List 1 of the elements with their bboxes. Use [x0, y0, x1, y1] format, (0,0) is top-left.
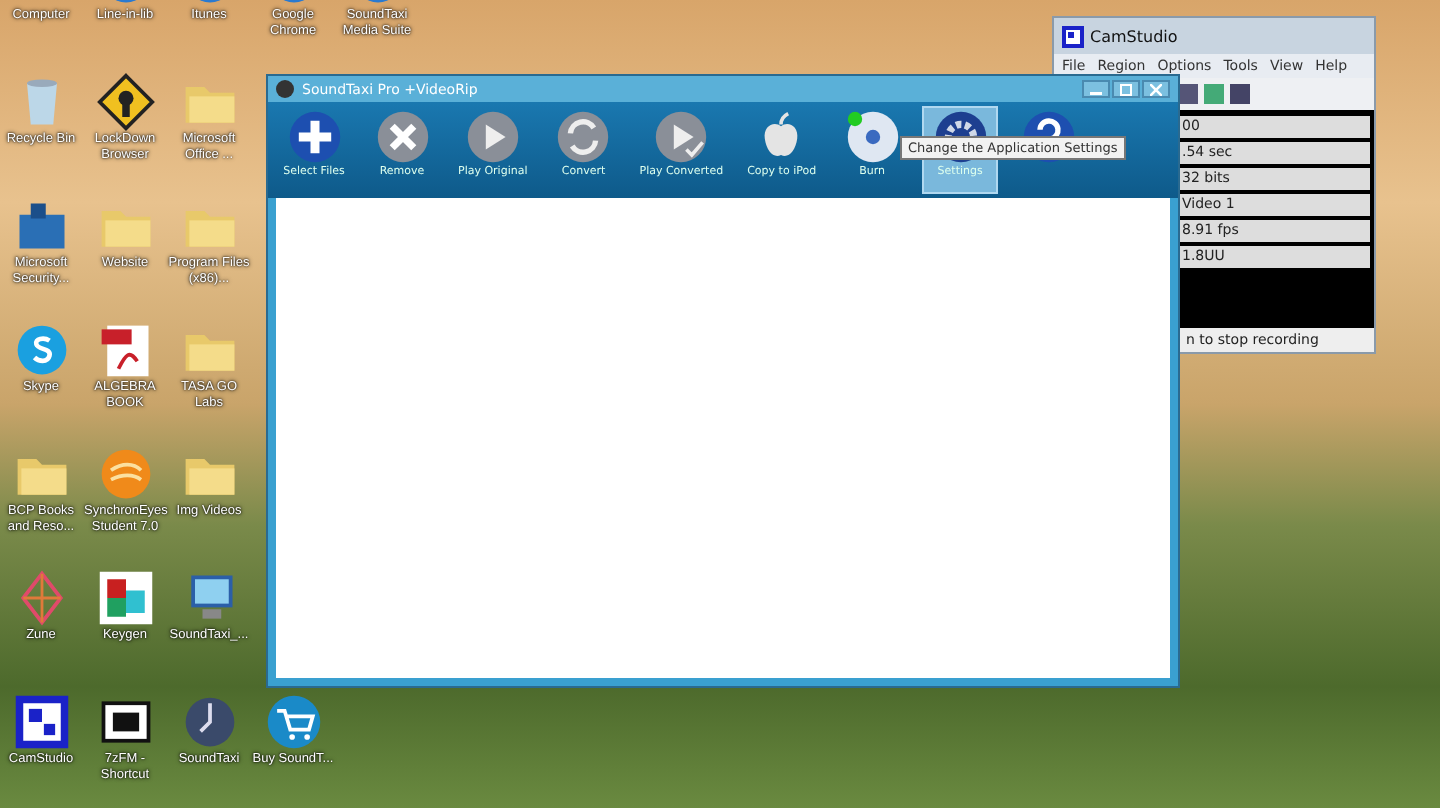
- window-title: CamStudio: [1090, 27, 1178, 45]
